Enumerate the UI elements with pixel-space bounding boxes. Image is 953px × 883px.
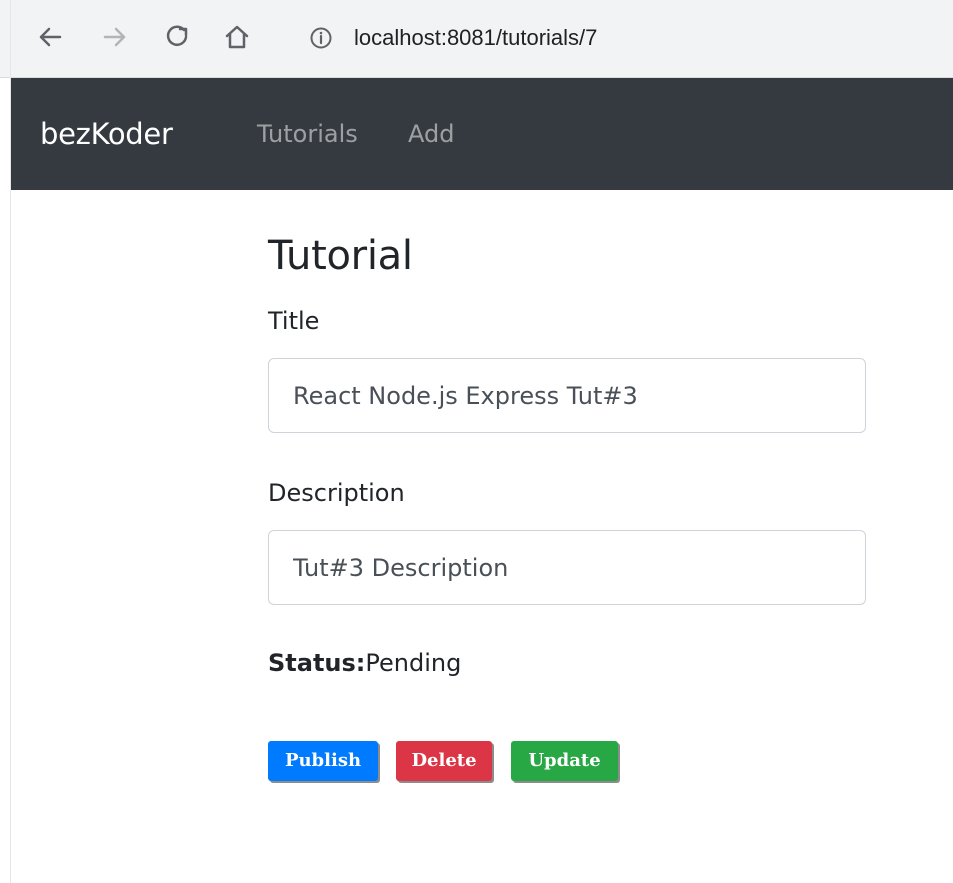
info-icon[interactable]: [309, 26, 333, 50]
nav-add-link[interactable]: Add: [408, 118, 454, 150]
publish-button[interactable]: Publish: [268, 741, 378, 781]
delete-button[interactable]: Delete: [396, 741, 492, 781]
description-input[interactable]: [268, 530, 866, 605]
nav-tutorials-link[interactable]: Tutorials: [257, 118, 358, 150]
status-label: Status:: [268, 649, 366, 677]
home-icon[interactable]: [217, 17, 257, 57]
status-line: Status:Pending: [268, 648, 461, 678]
address-bar[interactable]: localhost:8081/tutorials/7: [285, 12, 953, 64]
description-label: Description: [268, 479, 405, 507]
home-glyph: [225, 25, 249, 49]
back-arrow-icon[interactable]: [30, 17, 70, 57]
forward-arrow-glyph: [103, 27, 126, 47]
title-label: Title: [268, 307, 320, 335]
reload-glyph: [166, 25, 188, 46]
title-input[interactable]: [268, 358, 866, 433]
page-title: Tutorial: [268, 233, 413, 279]
update-button[interactable]: Update: [511, 741, 618, 781]
status-value: Pending: [365, 649, 462, 677]
reload-icon[interactable]: [157, 17, 197, 57]
browser-window: localhost:8081/tutorials/7 bezKoder Tuto…: [0, 0, 953, 883]
browser-toolbar: localhost:8081/tutorials/7: [0, 0, 953, 78]
address-url[interactable]: localhost:8081/tutorials/7: [354, 24, 597, 52]
forward-arrow-icon[interactable]: [95, 17, 135, 57]
back-arrow-glyph: [39, 27, 62, 47]
brand-link[interactable]: bezKoder: [40, 116, 173, 152]
app-navbar: bezKoder Tutorials Add: [10, 78, 953, 190]
